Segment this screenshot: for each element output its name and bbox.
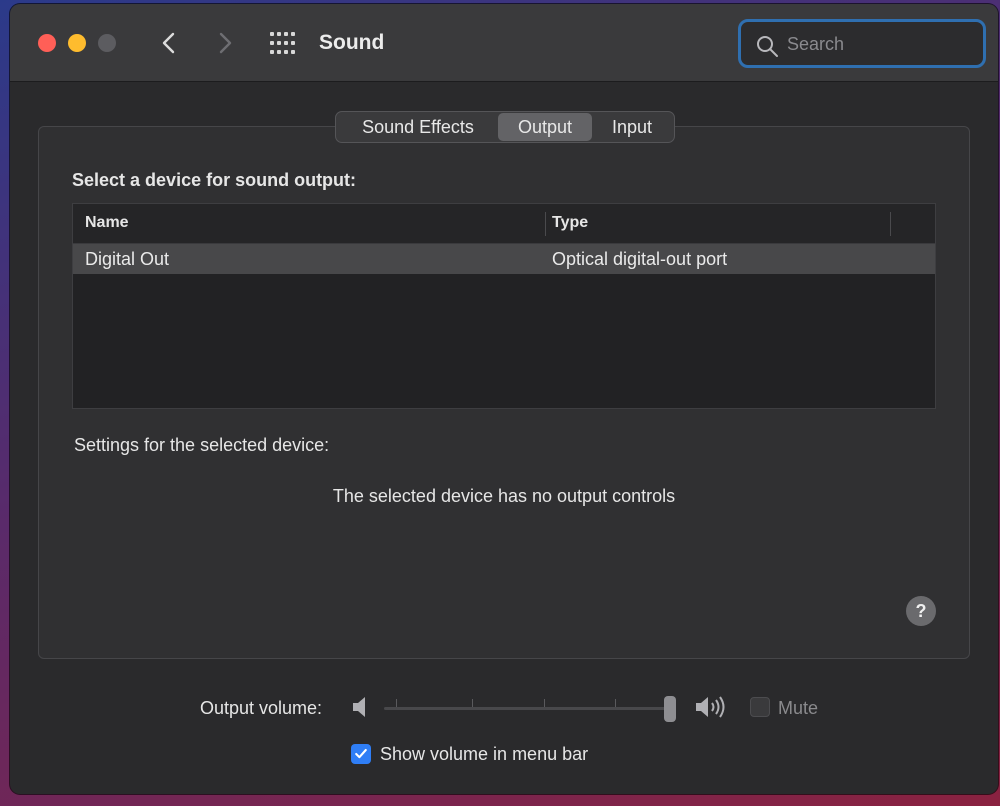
mute-label: Mute — [778, 698, 819, 718]
output-volume-label: Output volume: — [200, 698, 323, 718]
slider-tick — [544, 699, 545, 707]
show-volume-checkbox[interactable] — [351, 744, 371, 764]
search-field[interactable] — [738, 19, 986, 68]
column-divider — [890, 212, 891, 236]
slider-tick — [472, 699, 473, 707]
close-button[interactable] — [38, 34, 56, 52]
window-title: Sound — [319, 31, 385, 54]
slider-track — [384, 707, 676, 710]
table-row[interactable]: Digital Out Optical digital-out port — [73, 244, 935, 274]
no-controls-message: The selected device has no output contro… — [332, 486, 676, 506]
slider-tick — [615, 699, 616, 707]
chevron-right-icon — [219, 32, 232, 54]
show-all-button[interactable] — [268, 30, 298, 56]
grid-icon — [270, 32, 295, 54]
back-button[interactable] — [154, 28, 184, 58]
minimize-button[interactable] — [68, 34, 86, 52]
help-button[interactable]: ? — [906, 596, 936, 626]
column-header-type[interactable]: Type — [552, 214, 588, 232]
search-icon — [757, 36, 778, 57]
tab-input[interactable]: Input — [592, 113, 672, 141]
slider-knob[interactable] — [664, 696, 676, 722]
forward-button[interactable] — [210, 28, 240, 58]
slider-tick — [396, 699, 397, 707]
speaker-high-icon — [696, 696, 725, 718]
zoom-button[interactable] — [98, 34, 116, 52]
title-bar: Sound — [10, 4, 998, 82]
output-volume-slider[interactable] — [384, 696, 684, 722]
table-header: Name Type — [73, 204, 935, 244]
chevron-left-icon — [162, 32, 175, 54]
sound-preferences-window: Sound Sound Effects Output Input Select … — [10, 4, 998, 794]
checkmark-icon — [355, 748, 367, 759]
search-input[interactable] — [787, 31, 977, 57]
speaker-low-icon — [353, 697, 365, 717]
settings-label: Settings for the selected device: — [74, 435, 330, 455]
output-device-table[interactable]: Name Type Digital Out Optical digital-ou… — [72, 203, 936, 409]
device-type: Optical digital-out port — [552, 249, 728, 269]
tab-output[interactable]: Output — [498, 113, 592, 141]
show-volume-label: Show volume in menu bar — [380, 744, 589, 764]
device-name: Digital Out — [85, 249, 170, 269]
tab-sound-effects[interactable]: Sound Effects — [338, 113, 498, 141]
device-section-title: Select a device for sound output: — [72, 170, 357, 190]
column-header-name[interactable]: Name — [85, 214, 129, 232]
tab-bar: Sound Effects Output Input — [335, 111, 675, 143]
column-divider — [545, 212, 546, 236]
mute-checkbox[interactable] — [750, 697, 770, 717]
